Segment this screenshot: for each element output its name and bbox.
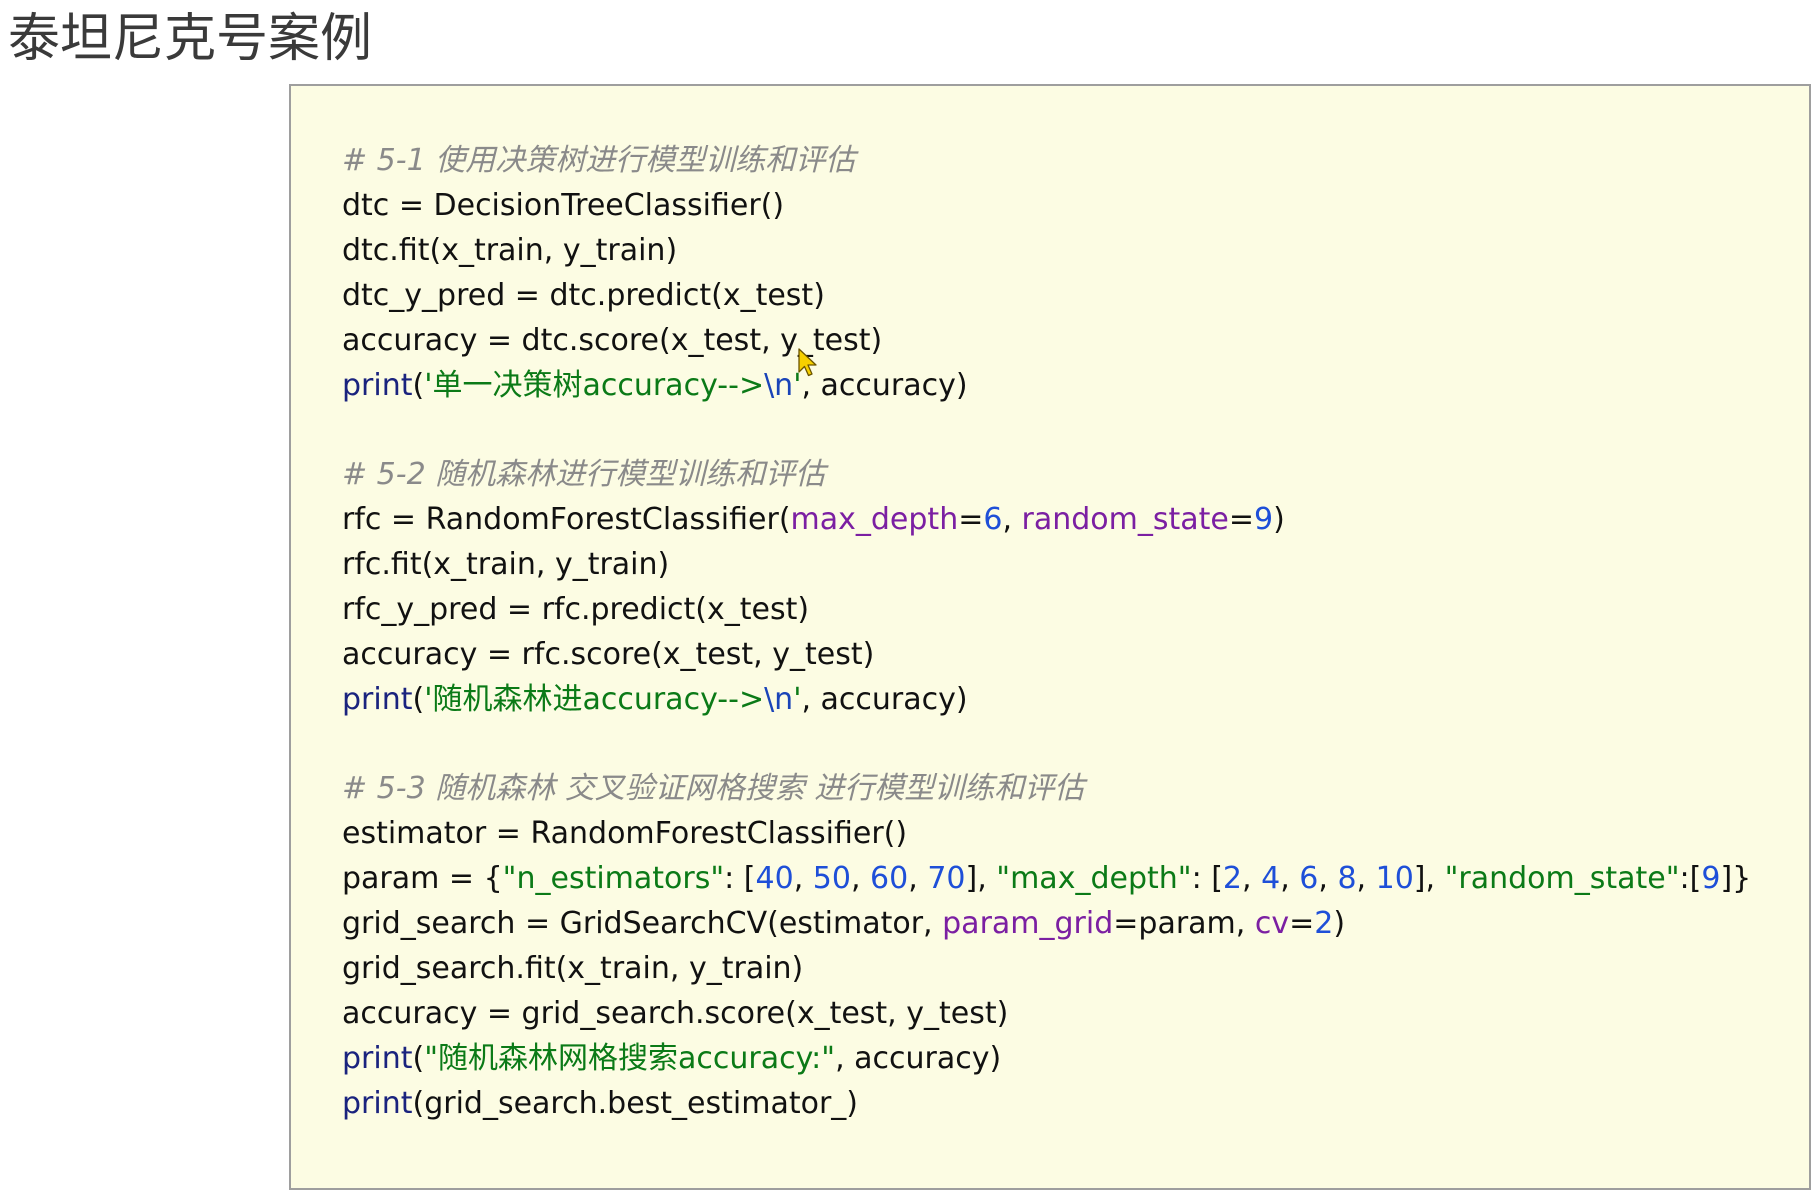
code-line: grid_search.fit(x_train, y_train): [342, 946, 1751, 991]
code-line: param = {"n_estimators": [40, 50, 60, 70…: [342, 856, 1751, 901]
code-token: ],: [965, 861, 997, 896]
code-token: 9: [1701, 861, 1721, 896]
code-token: 70: [927, 861, 966, 896]
code-comment: # 5-3 随机森林 交叉验证网格搜索 进行模型训练和评估: [342, 771, 1085, 806]
code-token: random_state: [1021, 502, 1229, 537]
code-line: estimator = RandomForestClassifier(): [342, 811, 1751, 856]
code-line: print('单一决策树accuracy-->\n', accuracy): [342, 363, 1751, 408]
code-token: grid_search = GridSearchCV(estimator,: [342, 906, 943, 941]
code-line: dtc_y_pred = dtc.predict(x_test): [342, 273, 1751, 318]
code-token: cv: [1254, 906, 1290, 941]
code-line: rfc.fit(x_train, y_train): [342, 542, 1751, 587]
code-token: : [: [724, 861, 756, 896]
code-token: ,: [1002, 502, 1022, 537]
code-token: 2: [1314, 906, 1334, 941]
code-token: =: [1228, 502, 1255, 537]
code-token: max_depth: [790, 502, 959, 537]
code-line: print(grid_search.best_estimator_): [342, 1081, 1751, 1126]
code-token: '随机森林进accuracy-->: [424, 682, 765, 717]
code-token: param = {: [342, 861, 503, 896]
code-comment: # 5-1 使用决策树进行模型训练和评估: [342, 143, 856, 178]
code-line: print('随机森林进accuracy-->\n', accuracy): [342, 677, 1751, 722]
code-line: accuracy = grid_search.score(x_test, y_t…: [342, 991, 1751, 1036]
code-token: rfc = RandomForestClassifier(: [342, 502, 791, 537]
code-token: "n_estimators": [502, 861, 725, 896]
code-token: \n: [764, 682, 794, 717]
code-line: accuracy = dtc.score(x_test, y_test): [342, 318, 1751, 363]
code-comment: # 5-2 随机森林进行模型训练和评估: [342, 457, 826, 492]
code-token: \n: [764, 368, 794, 403]
code-token: "max_depth": [996, 861, 1192, 896]
code-token: (grid_search.best_estimator_): [412, 1086, 859, 1121]
code-block: # 5-2 随机森林进行模型训练和评估 rfc = RandomForestCla…: [342, 452, 1751, 722]
code-token: ]}: [1720, 861, 1752, 896]
code-line: rfc = RandomForestClassifier(max_depth=6…: [342, 497, 1751, 542]
code-block: # 5-3 随机森林 交叉验证网格搜索 进行模型训练和评估 estimator =…: [342, 766, 1751, 1126]
code-listing: # 5-1 使用决策树进行模型训练和评估 dtc = DecisionTreeCl…: [342, 138, 1751, 1170]
code-token: 60: [870, 861, 909, 896]
code-token: ): [1273, 502, 1285, 537]
code-token: ,: [850, 861, 871, 896]
code-token: , accuracy): [801, 368, 968, 403]
code-token: ,: [908, 861, 928, 896]
code-token: , accuracy): [801, 682, 968, 717]
code-token: "随机森林网格搜索accuracy:": [424, 1041, 836, 1076]
code-block: # 5-1 使用决策树进行模型训练和评估 dtc = DecisionTreeCl…: [342, 138, 1751, 408]
code-token: ,: [1280, 861, 1300, 896]
code-token: rfc.fit(x_train, y_train): [342, 547, 670, 582]
code-token: "random_state": [1444, 861, 1680, 896]
code-token: (: [412, 1041, 425, 1076]
code-token: 2: [1222, 861, 1243, 896]
code-token: accuracy = grid_search.score(x_test, y_t…: [342, 996, 1009, 1031]
code-line: dtc = DecisionTreeClassifier(): [342, 183, 1751, 228]
code-line: dtc.fit(x_train, y_train): [342, 228, 1751, 273]
mouse-pointer-icon: [798, 348, 817, 377]
code-token: 6: [983, 502, 1003, 537]
code-token: ],: [1413, 861, 1445, 896]
code-line: grid_search = GridSearchCV(estimator, pa…: [342, 901, 1751, 946]
code-token: :[: [1679, 861, 1702, 896]
code-token: rfc_y_pred = rfc.predict(x_test): [342, 592, 810, 627]
code-token: 10: [1375, 861, 1414, 896]
code-line: accuracy = rfc.score(x_test, y_test): [342, 632, 1751, 677]
code-token: print: [342, 1086, 413, 1121]
code-token: 40: [755, 861, 794, 896]
code-token: ,: [1242, 861, 1262, 896]
code-token: param_grid: [942, 906, 1114, 941]
code-token: : [: [1191, 861, 1223, 896]
code-token: print: [342, 682, 413, 717]
code-token: dtc.fit(x_train, y_train): [342, 233, 678, 268]
code-line: rfc_y_pred = rfc.predict(x_test): [342, 587, 1751, 632]
code-token: dtc_y_pred = dtc.predict(x_test): [342, 278, 825, 313]
code-token: 6: [1299, 861, 1319, 896]
code-token: print: [342, 1041, 413, 1076]
code-token: 4: [1261, 861, 1281, 896]
code-token: dtc = DecisionTreeClassifier(): [342, 188, 785, 223]
code-token: 9: [1254, 502, 1274, 537]
code-token: 50: [812, 861, 851, 896]
code-token: =: [958, 502, 984, 537]
code-token: ): [1333, 906, 1346, 941]
code-token: =: [1289, 906, 1315, 941]
code-token: print: [342, 368, 413, 403]
code-token: estimator = RandomForestClassifier(): [342, 816, 908, 851]
code-token: ,: [1318, 861, 1338, 896]
code-token: , accuracy): [835, 1041, 1002, 1076]
code-token: grid_search.fit(x_train, y_train): [342, 951, 804, 986]
code-token: =param,: [1113, 906, 1255, 941]
code-token: accuracy = rfc.score(x_test, y_test): [342, 637, 875, 672]
code-token: (: [412, 368, 425, 403]
code-line: print("随机森林网格搜索accuracy:", accuracy): [342, 1036, 1751, 1081]
code-token: '单一决策树accuracy-->: [424, 368, 765, 403]
page-title: 泰坦尼克号案例: [8, 9, 373, 69]
code-token: (: [412, 682, 425, 717]
code-token: ,: [793, 861, 813, 896]
code-token: ,: [1356, 861, 1376, 896]
code-token: 8: [1337, 861, 1357, 896]
